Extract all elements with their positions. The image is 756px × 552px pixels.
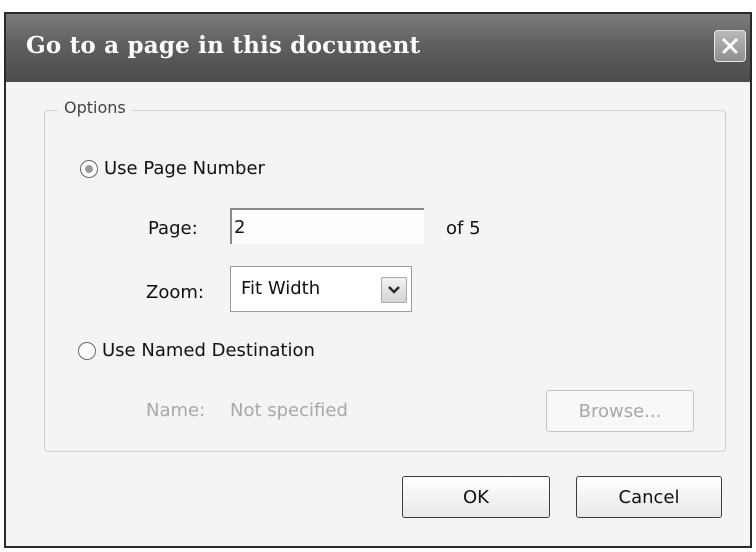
zoom-select[interactable]: Fit Width bbox=[230, 266, 412, 312]
close-icon bbox=[722, 38, 738, 54]
use-page-number-option[interactable]: Use Page Number bbox=[80, 158, 265, 179]
name-label: Name: bbox=[146, 400, 206, 421]
options-legend: Options bbox=[58, 98, 132, 117]
browse-button[interactable]: Browse... bbox=[546, 390, 694, 432]
name-value: Not specified bbox=[230, 400, 348, 421]
use-page-number-label: Use Page Number bbox=[104, 158, 265, 179]
chevron-down-icon bbox=[388, 286, 400, 294]
close-button[interactable] bbox=[714, 30, 746, 62]
title-bar[interactable]: Go to a page in this document bbox=[6, 14, 750, 82]
use-named-destination-radio[interactable] bbox=[78, 341, 96, 360]
use-named-destination-option[interactable]: Use Named Destination bbox=[78, 340, 315, 361]
zoom-label: Zoom: bbox=[146, 282, 204, 303]
page-number-input[interactable] bbox=[230, 208, 424, 244]
use-named-destination-label: Use Named Destination bbox=[102, 340, 315, 361]
page-label: Page: bbox=[148, 218, 198, 239]
ok-button[interactable]: OK bbox=[402, 476, 550, 518]
use-page-number-radio[interactable] bbox=[80, 159, 98, 178]
zoom-dropdown-button[interactable] bbox=[381, 277, 407, 303]
dialog-title: Go to a page in this document bbox=[26, 32, 421, 59]
cancel-button[interactable]: Cancel bbox=[576, 476, 722, 518]
page-total-label: of 5 bbox=[446, 218, 481, 239]
zoom-select-value: Fit Width bbox=[241, 278, 321, 299]
